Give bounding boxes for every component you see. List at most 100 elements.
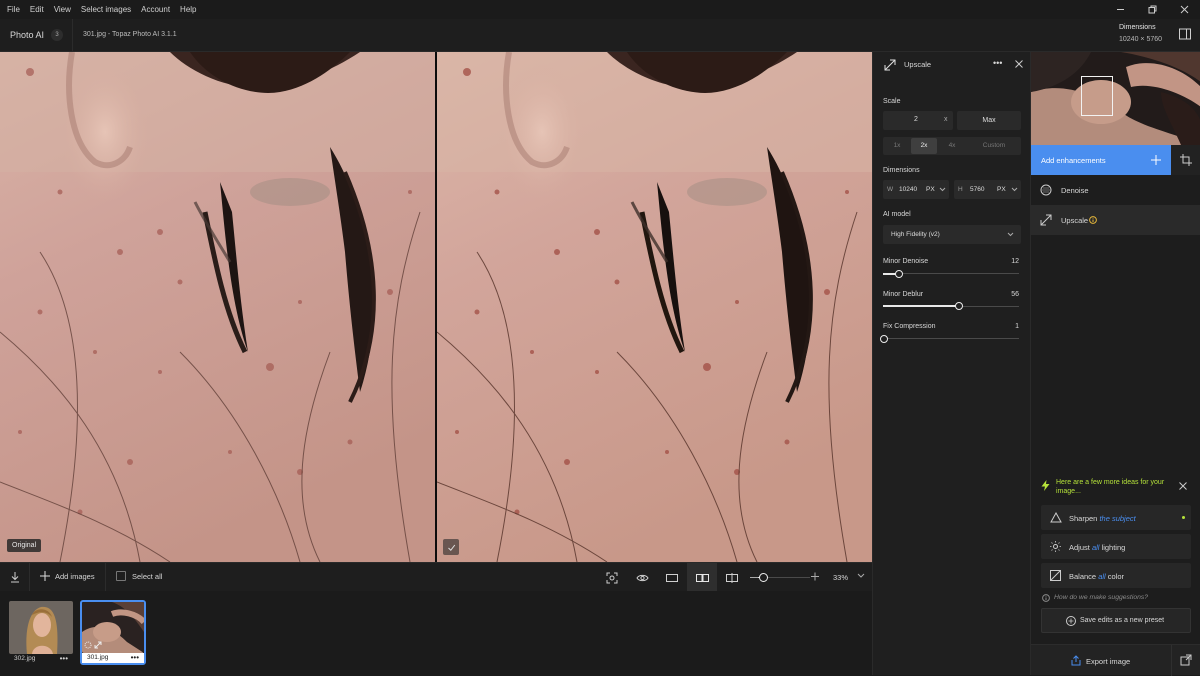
thumbnail-301[interactable] — [82, 602, 144, 653]
more-icon[interactable]: ••• — [131, 653, 139, 663]
lightning-icon — [1041, 480, 1050, 491]
image-canvas[interactable]: Original — [0, 52, 872, 562]
enhancement-denoise[interactable]: Denoise — [1031, 175, 1200, 205]
filmstrip: 302.jpg ••• 301.jpg ••• — [0, 591, 872, 675]
window-controls — [1104, 0, 1200, 19]
slider-knob[interactable] — [955, 302, 964, 310]
height-input[interactable]: H 5760 PX — [954, 180, 1021, 199]
app-badge: 3 — [51, 29, 63, 41]
menu-edit[interactable]: Edit — [25, 0, 49, 19]
zoom-value[interactable]: 33% — [833, 573, 848, 582]
menu-select-images[interactable]: Select images — [76, 0, 136, 19]
zoom-slider-knob[interactable] — [758, 573, 768, 582]
add-enhancements-button[interactable]: Add enhancements — [1031, 145, 1171, 175]
export-image-button[interactable]: Export image — [1031, 645, 1171, 676]
close-panel-icon[interactable] — [1015, 60, 1023, 68]
suggestion-color[interactable]: Balance all color — [1041, 563, 1191, 588]
select-all-checkbox[interactable]: Select all — [116, 571, 162, 581]
add-images-button[interactable]: Add images — [40, 571, 95, 581]
close-icon[interactable] — [1168, 0, 1200, 19]
slider-track[interactable] — [883, 273, 1019, 274]
scale-option-4x[interactable]: 4x — [939, 137, 965, 155]
plus-circle-icon — [1066, 616, 1076, 626]
check-icon[interactable] — [443, 539, 459, 555]
slider-value[interactable]: 56 — [1009, 291, 1019, 298]
suggestion-prefix: Balance — [1069, 572, 1099, 581]
scale-option-1x[interactable]: 1x — [883, 137, 911, 155]
side-by-side-icon[interactable] — [687, 563, 717, 592]
how-suggestions-link[interactable]: How do we make suggestions? — [1054, 594, 1148, 601]
denoise-icon — [1040, 184, 1052, 196]
info-icon — [1042, 594, 1050, 602]
thumbnail-302-caption: 302.jpg ••• — [9, 654, 73, 664]
enhancement-upscale[interactable]: Upscale — [1031, 205, 1200, 235]
slider-knob[interactable] — [880, 334, 889, 343]
add-images-label: Add images — [55, 571, 95, 581]
checkbox-box — [116, 571, 126, 581]
triangle-icon — [1050, 512, 1062, 523]
ai-model-select[interactable]: High Fidelity (v2) — [883, 225, 1021, 244]
chevron-down-icon[interactable] — [857, 573, 865, 579]
ai-model-label: AI model — [883, 211, 911, 218]
minimize-icon[interactable] — [1104, 0, 1136, 19]
scale-input[interactable]: 2 x — [883, 111, 953, 130]
suggestion-label: Adjust all lighting — [1069, 543, 1125, 552]
face-detect-icon[interactable] — [597, 563, 627, 592]
export-image-label: Export image — [1086, 657, 1131, 666]
save-preset-label: Save edits as a new preset — [1080, 617, 1165, 624]
viewport-rectangle[interactable] — [1081, 76, 1113, 116]
suggestion-label: Balance all color — [1069, 572, 1124, 581]
zoom-in-icon[interactable] — [811, 572, 819, 581]
dimensions-label: Dimensions — [883, 167, 920, 174]
panel-toggle-icon[interactable] — [1178, 27, 1192, 41]
enhancement-label: Denoise — [1061, 186, 1089, 195]
light-icon — [1050, 541, 1061, 552]
slider-value[interactable]: 12 — [1009, 258, 1019, 265]
processed-image-pane[interactable] — [437, 52, 872, 562]
scale-option-custom[interactable]: Custom — [969, 137, 1019, 155]
export-settings-icon[interactable] — [1180, 654, 1192, 666]
eye-icon[interactable] — [627, 563, 657, 592]
suggestion-suffix: color — [1105, 572, 1125, 581]
more-icon[interactable]: ••• — [60, 654, 68, 664]
suggestion-lighting[interactable]: Adjust all lighting — [1041, 534, 1191, 559]
restore-icon[interactable] — [1136, 0, 1168, 19]
divider — [105, 563, 106, 592]
slider-knob[interactable] — [895, 269, 904, 278]
divider — [29, 563, 30, 592]
suggestion-prefix: Adjust — [1069, 543, 1092, 552]
original-image-pane[interactable] — [0, 52, 435, 562]
import-icon[interactable] — [9, 571, 21, 583]
suggestion-highlight: the subject — [1099, 514, 1136, 523]
more-options-icon[interactable]: ••• — [993, 58, 1002, 68]
info-icon[interactable] — [1089, 216, 1097, 224]
thumbnail-302[interactable] — [9, 601, 73, 654]
scale-option-2x[interactable]: 2x — [911, 138, 937, 154]
scale-value: 2 — [914, 116, 918, 123]
split-view-icon[interactable] — [717, 563, 747, 592]
single-view-icon[interactable] — [657, 563, 687, 592]
title-bar: Photo AI 3 301.jpg - Topaz Photo AI 3.1.… — [0, 19, 1200, 52]
menu-account[interactable]: Account — [136, 0, 175, 19]
menu-help[interactable]: Help — [175, 0, 201, 19]
navigator-preview[interactable] — [1031, 52, 1200, 145]
thumbnail-301-caption: 301.jpg ••• — [82, 653, 144, 663]
max-button[interactable]: Max — [957, 111, 1021, 130]
width-input[interactable]: W 10240 PX — [883, 180, 949, 199]
zoom-out-icon[interactable] — [750, 577, 758, 578]
panel-title: Upscale — [904, 60, 932, 69]
suggestion-sharpen[interactable]: Sharpen the subject — [1041, 505, 1191, 530]
save-preset-button[interactable]: Save edits as a new preset — [1041, 608, 1191, 633]
ideas-text: Here are a few more ideas for your image… — [1056, 479, 1165, 495]
bottom-toolbar: Add images Select all 33% — [0, 562, 872, 592]
menu-file[interactable]: File — [0, 0, 25, 19]
thumbnail-name: 302.jpg — [14, 655, 36, 662]
original-tag: Original — [7, 539, 42, 552]
zoom-slider[interactable] — [758, 573, 810, 582]
slider-track[interactable] — [883, 338, 1019, 339]
close-ideas-icon[interactable] — [1179, 482, 1187, 490]
menu-view[interactable]: View — [49, 0, 76, 19]
export-bar: Export image — [1031, 644, 1200, 676]
slider-value[interactable]: 1 — [1009, 323, 1019, 330]
crop-icon[interactable] — [1171, 145, 1200, 175]
